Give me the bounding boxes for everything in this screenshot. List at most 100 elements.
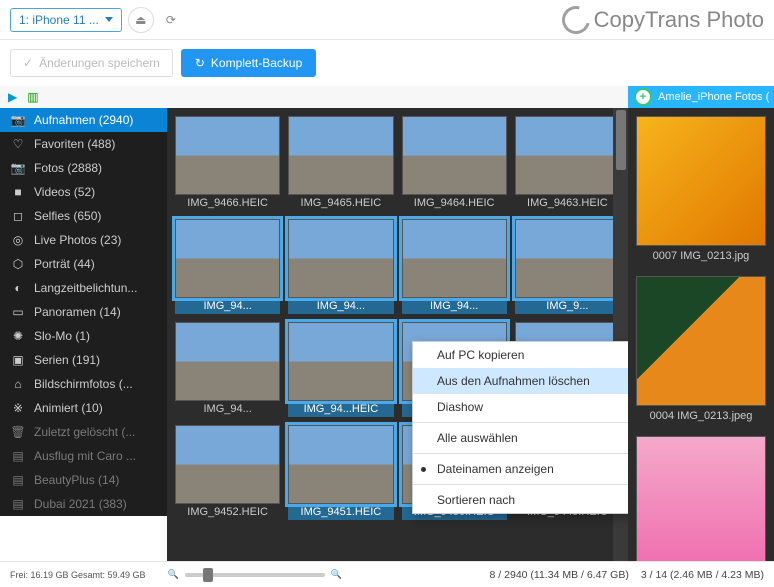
sidebar-item[interactable]: ◻ Selfies (650) [0,204,167,228]
sidebar-item[interactable]: 🗑Zuletzt gelöscht (... [0,420,167,444]
full-backup-button[interactable]: ↻ Komplett-Backup [181,49,316,77]
album-label: Videos (52) [34,185,95,199]
sidebar-item[interactable]: ◐Langzeitbelichtun... [0,276,167,300]
sidebar-item[interactable]: ◎Live Photos (23) [0,228,167,252]
chevron-down-icon [105,17,113,22]
play-icon[interactable]: ▶ [8,90,17,104]
album-icon: ▤ [10,497,26,511]
photo-thumbnail[interactable]: IMG_94... [175,219,280,314]
thumbnail-caption: IMG_9451.HEIC [288,504,393,520]
save-label: Änderungen speichern [39,56,160,70]
eject-button[interactable]: ⏏ [128,7,154,33]
ctx-show-filenames[interactable]: Dateinamen anzeigen F4 [413,456,628,482]
photo-thumbnail[interactable]: IMG_9466.HEIC [175,116,280,211]
album-label: Fotos (2888) [34,161,102,175]
zoom-in-icon[interactable]: 🔍 [331,569,342,580]
photo-thumbnail[interactable]: IMG_94...HEIC [288,322,393,417]
album-label: Bildschirmfotos (... [34,377,133,391]
thumbnail-caption: IMG_9466.HEIC [175,195,280,211]
right-thumbnail[interactable]: 0007 IMG_0213.jpg [636,116,766,272]
ctx-sort-by[interactable]: Sortieren nach ❯ [413,487,628,513]
ctx-select-all[interactable]: Alle auswählen Ctrl+A [413,425,628,451]
sidebar-item[interactable]: ▭Panoramen (14) [0,300,167,324]
sidebar-item[interactable]: ▤BeautyPlus (14) [0,468,167,492]
sidebar-item[interactable]: ⌂Bildschirmfotos (... [0,372,167,396]
folder-icon[interactable]: ▥ [27,90,38,104]
ctx-slideshow[interactable]: Diashow Ctrl+L [413,394,628,420]
thumbnail-image [288,425,393,504]
album-label: Aufnahmen (2940) [34,113,133,127]
ctx-delete-from-camera-roll[interactable]: Aus den Aufnahmen löschen Del [413,368,628,394]
sidebar-item[interactable]: ▤Dubai 2021 (383) [0,492,167,516]
sidebar-item[interactable]: ▤Ausflug mit Caro ... [0,444,167,468]
thumbnail-image [402,219,507,298]
ctx-copy-to-pc[interactable]: Auf PC kopieren Shift+Ctrl+Right [413,342,628,368]
backup-label: Komplett-Backup [211,56,302,70]
right-thumbnail[interactable]: 0004 IMG_0213.jpeg [636,276,766,432]
photo-thumbnail[interactable]: IMG_94... [402,219,507,314]
album-icon: ◎ [10,233,26,247]
album-icon: ■ [10,185,26,199]
thumbnail-image [636,116,766,246]
zoom-thumb[interactable] [203,568,213,582]
sidebar-item[interactable]: ♡ Favoriten (488) [0,132,167,156]
add-icon[interactable]: + [634,88,652,106]
album-icon: ✺ [10,329,26,343]
sidebar-item[interactable]: ▣Serien (191) [0,348,167,372]
thumbnail-caption: IMG_94... [175,401,280,417]
right-panel-header[interactable]: + Amelie_iPhone Fotos ( [628,86,774,108]
right-thumbnail[interactable] [636,436,766,561]
photo-thumbnail[interactable]: IMG_9452.HEIC [175,425,280,520]
thumbnail-caption: IMG_94... [288,298,393,314]
album-icon: 📷 [10,161,26,175]
right-selection-count: 3 / 14 (2.46 MB / 4.23 MB) [641,569,764,581]
thumbnail-image [175,322,280,401]
thumbnail-image [636,276,766,406]
device-selector[interactable]: 1: iPhone 11 ... [10,8,122,32]
sidebar-item[interactable]: 📷Aufnahmen (2940) [0,108,167,132]
photo-thumbnail[interactable]: IMG_9451.HEIC [288,425,393,520]
right-title: Amelie_iPhone Fotos ( [658,91,769,103]
thumbnail-caption: IMG_9463.HEIC [515,195,620,211]
thumbnail-image [515,219,620,298]
album-icon: ◻ [10,209,26,223]
sidebar-item[interactable]: 📷 Fotos (2888) [0,156,167,180]
refresh-button[interactable]: ⟳ [158,7,184,33]
sidebar-item[interactable]: ⬡Porträt (44) [0,252,167,276]
photo-thumbnail[interactable]: IMG_9465.HEIC [288,116,393,211]
photo-thumbnail[interactable]: IMG_9... [515,219,620,314]
check-icon: ✓ [23,56,33,70]
thumbnail-caption: IMG_9464.HEIC [402,195,507,211]
album-label: Selfies (650) [34,209,101,223]
thumbnail-image [402,116,507,195]
refresh-icon: ↻ [195,56,205,70]
photo-thumbnail[interactable]: IMG_9463.HEIC [515,116,620,211]
album-label: Animiert (10) [34,401,103,415]
right-photo-list[interactable]: 0007 IMG_0213.jpg 0004 IMG_0213.jpeg [628,108,774,561]
album-icon: ▤ [10,449,26,463]
save-changes-button[interactable]: ✓ Änderungen speichern [10,49,173,77]
album-label: Favoriten (488) [34,137,115,151]
right-panel: + Amelie_iPhone Fotos ( 0007 IMG_0213.jp… [628,86,774,561]
photo-thumbnail[interactable]: IMG_94... [175,322,280,417]
zoom-slider[interactable]: 🔍 🔍 [168,569,342,580]
photo-thumbnail[interactable]: IMG_9464.HEIC [402,116,507,211]
thumbnail-caption: 0007 IMG_0213.jpg [636,246,766,272]
main-panel: IMG_9466.HEIC IMG_9465.HEIC IMG_9464.HEIC I… [167,86,628,561]
thumbnail-caption: 0004 IMG_0213.jpeg [636,406,766,432]
thumbnail-image [175,425,280,504]
sidebar-item[interactable]: ■ Videos (52) [0,180,167,204]
album-icon: ♡ [10,137,26,151]
album-label: Panoramen (14) [34,305,121,319]
bullet-icon [421,467,426,472]
sidebar-item[interactable]: ※Animiert (10) [0,396,167,420]
top-bar: 1: iPhone 11 ... ⏏ ⟳ CopyTrans Photo [0,0,774,40]
disk-usage: Frei: 16.19 GB Gesamt: 59.49 GB [10,570,146,580]
sidebar-item[interactable]: ✺Slo-Mo (1) [0,324,167,348]
zoom-out-icon[interactable]: 🔍 [168,569,179,580]
album-sidebar[interactable]: 📷Aufnahmen (2940) ♡ Favoriten (488) 📷 Fotos … [0,108,167,516]
photo-thumbnail[interactable]: IMG_94... [288,219,393,314]
left-tabs: ▶ ▥ [0,86,167,108]
zoom-track[interactable] [185,573,325,577]
content-area: ▶ ▥ 📷Aufnahmen (2940) ♡ Favoriten (488) 📷 Fo… [0,86,774,561]
